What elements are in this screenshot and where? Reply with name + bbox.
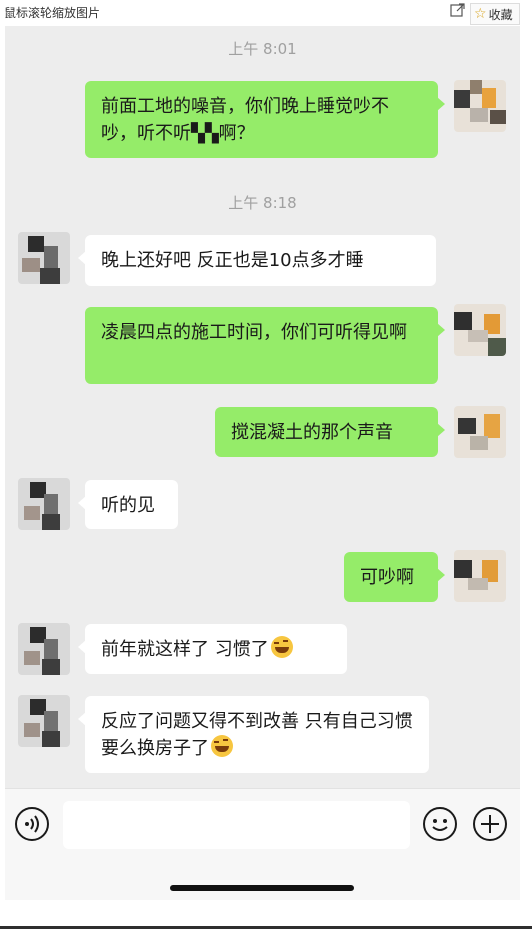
avatar[interactable] [18, 623, 70, 675]
external-link-icon[interactable] [450, 2, 466, 18]
viewer-toolbar: 鼠标滚轮缩放图片 ☆ 收藏 [0, 0, 532, 26]
message-bubble[interactable]: 听的见 [78, 480, 178, 529]
voice-input-icon[interactable] [15, 807, 49, 841]
viewer-title: 鼠标滚轮缩放图片 [4, 6, 101, 20]
favorite-button[interactable]: ☆ 收藏 [470, 3, 520, 25]
tears-of-joy-emoji-icon [211, 735, 233, 757]
grinning-squint-emoji-icon [270, 636, 293, 658]
avatar[interactable] [454, 80, 506, 132]
message-bubble[interactable]: 可吵啊 [344, 552, 445, 602]
message-bubble[interactable]: 搅混凝土的那个声音 [215, 407, 445, 457]
avatar[interactable] [18, 478, 70, 530]
star-icon: ☆ [474, 6, 487, 22]
message-bubble[interactable]: 前年就这样了 习惯了 [78, 624, 347, 674]
message-bubble[interactable]: 反应了问题又得不到改善 只有自己习惯 要么换房子了 [78, 696, 429, 773]
avatar[interactable] [454, 406, 506, 458]
message-text: 前年就这样了 习惯了 [101, 639, 269, 660]
avatar[interactable] [18, 695, 70, 747]
timestamp: 上午 8:01 [228, 40, 297, 58]
plus-circle-icon[interactable] [473, 807, 507, 841]
emoji-face-icon[interactable] [423, 807, 457, 841]
chat-history[interactable]: 上午 8:01 前面工地的噪音，你们晚上睡觉吵不吵，听不听▚▚啊？ 上午 8:1… [5, 26, 520, 788]
message-bubble[interactable]: 前面工地的噪音，你们晚上睡觉吵不吵，听不听▚▚啊？ [85, 81, 445, 158]
chat-input-bar [5, 788, 520, 900]
message-input[interactable] [63, 801, 410, 849]
message-bubble[interactable]: 晚上还好吧 反正也是10点多才睡 [78, 235, 436, 286]
home-indicator[interactable] [170, 885, 354, 891]
favorite-label: 收藏 [488, 7, 513, 22]
avatar[interactable] [18, 232, 70, 284]
message-bubble[interactable]: 凌晨四点的施工时间，你们可听得见啊 [85, 307, 445, 384]
message-text: 反应了问题又得不到改善 只有自己习惯 要么换房子了 [101, 711, 413, 759]
avatar[interactable] [454, 304, 506, 356]
timestamp: 上午 8:18 [228, 194, 297, 212]
avatar[interactable] [454, 550, 506, 602]
